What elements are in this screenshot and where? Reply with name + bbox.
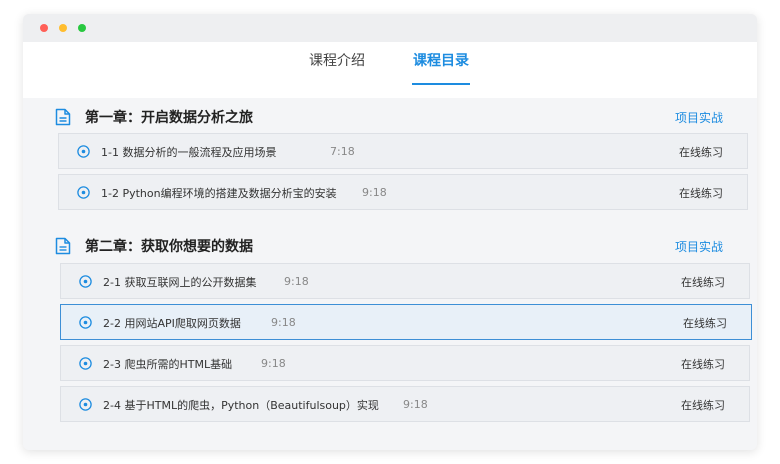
chapter-2-title: 第二章：获取你想要的数据 [85,239,253,255]
online-practice-link[interactable]: 在线练习 [679,144,723,160]
play-circle-icon [77,145,90,158]
play-circle-icon [79,398,92,411]
lesson-duration: 9:18 [362,186,387,199]
chapter-1-title: 第一章：开启数据分析之旅 [85,110,253,126]
chapter-2-project-link[interactable]: 项目实战 [675,238,723,255]
lesson-duration: 9:18 [261,357,286,370]
chapter-1-project-link[interactable]: 项目实战 [675,109,723,126]
play-circle-icon [79,275,92,288]
close-window-button[interactable] [40,24,48,32]
lesson-row-1-1[interactable]: 1-1 数据分析的一般流程及应用场景 7:18 在线练习 [58,133,748,169]
lesson-row-2-2[interactable]: 2-2 用网站API爬取网页数据 9:18 在线练习 [60,304,752,340]
document-icon [55,108,71,126]
tab-bar: 课程介绍 课程目录 [23,42,757,98]
online-practice-link[interactable]: 在线练习 [681,274,725,290]
lesson-title: 2-1 获取互联网上的公开数据集 [103,276,257,289]
tab-course-intro[interactable]: 课程介绍 [309,42,365,98]
lesson-row-1-2[interactable]: 1-2 Python编程环境的搭建及数据分析宝的安装 9:18 在线练习 [58,174,748,210]
lesson-title: 2-2 用网站API爬取网页数据 [103,317,241,330]
lesson-duration: 7:18 [330,145,355,158]
play-circle-icon [79,357,92,370]
chapter-2-header: 第二章：获取你想要的数据 项目实战 [23,231,757,261]
title-bar [23,14,757,42]
app-window: 课程介绍 课程目录 第一章：开启数据分析之旅 项目实战 1-1 数据分析的一般流… [23,14,757,450]
maximize-window-button[interactable] [78,24,86,32]
lesson-duration: 9:18 [284,275,309,288]
tab-course-catalog[interactable]: 课程目录 [412,42,470,98]
lesson-row-2-3[interactable]: 2-3 爬虫所需的HTML基础 9:18 在线练习 [60,345,750,381]
play-circle-icon [79,316,92,329]
online-practice-link[interactable]: 在线练习 [679,185,723,201]
online-practice-link[interactable]: 在线练习 [681,397,725,413]
lesson-title: 2-3 爬虫所需的HTML基础 [103,358,233,371]
lesson-title: 1-2 Python编程环境的搭建及数据分析宝的安装 [101,187,337,200]
online-practice-link[interactable]: 在线练习 [683,315,727,331]
lesson-row-2-4[interactable]: 2-4 基于HTML的爬虫，Python（Beautifulsoup）实现 9:… [60,386,750,422]
document-icon [55,237,71,255]
play-circle-icon [77,186,90,199]
lesson-title: 2-4 基于HTML的爬虫，Python（Beautifulsoup）实现 [103,399,379,412]
minimize-window-button[interactable] [59,24,67,32]
lesson-duration: 9:18 [271,316,296,329]
lesson-title: 1-1 数据分析的一般流程及应用场景 [101,146,277,159]
chapter-1-header: 第一章：开启数据分析之旅 项目实战 [23,102,757,132]
lesson-duration: 9:18 [403,398,428,411]
lesson-row-2-1[interactable]: 2-1 获取互联网上的公开数据集 9:18 在线练习 [60,263,750,299]
online-practice-link[interactable]: 在线练习 [681,356,725,372]
